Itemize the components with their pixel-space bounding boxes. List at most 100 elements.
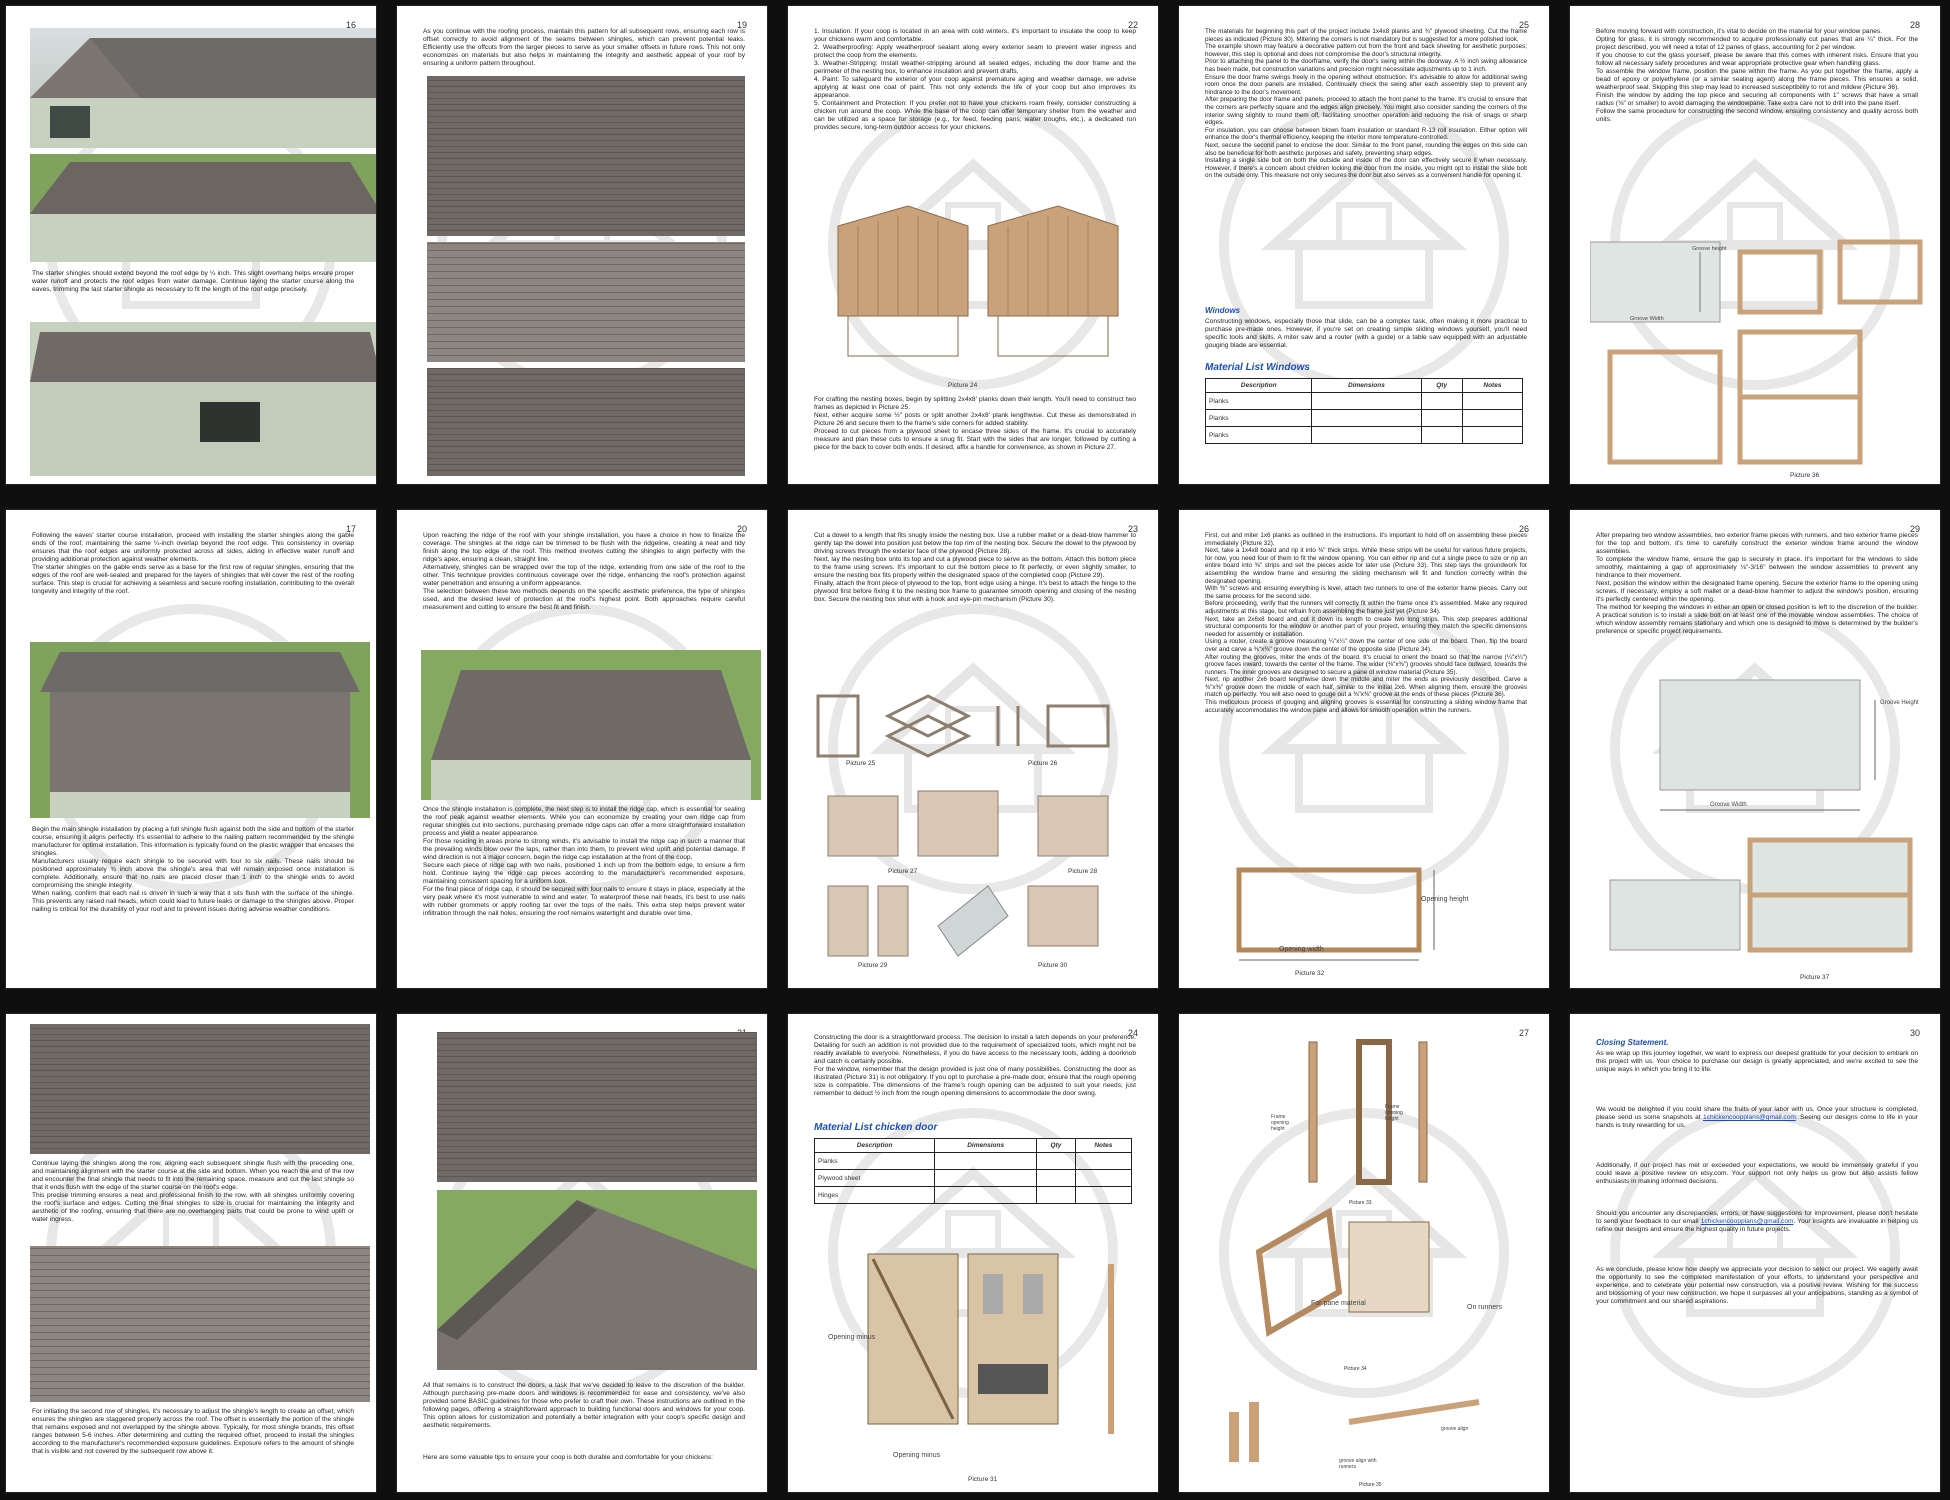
main-shingle-text: Begin the main shingle installation by p… (32, 826, 354, 913)
page-23: 23 Cut a dowel to a length that fits snu… (788, 510, 1158, 988)
window-diagrams (1590, 232, 1930, 472)
assembly-text: After preparing two window assemblies, t… (1596, 532, 1918, 635)
col-notes: Notes (1074, 1138, 1133, 1153)
page-29: 29 After preparing two window assemblies… (1570, 510, 1940, 988)
caption-picture-27: Picture 27 (888, 868, 918, 875)
nesting-box-diagrams (808, 686, 1148, 976)
col-dimensions: Dimensions (934, 1138, 1038, 1153)
photo-coop-roof (30, 28, 376, 148)
figure-caption: Picture 36 (1790, 472, 1820, 479)
col-notes: Notes (1461, 378, 1524, 393)
offset-text: For initiating the second row of shingle… (32, 1408, 354, 1455)
label-opening-width: Opening width (1279, 946, 1324, 953)
table-cell: Planks (813, 1152, 936, 1170)
tips-text: 1. Insulation: If your coop is located i… (814, 28, 1136, 131)
door-text: Constructing the door is a straightforwa… (814, 1034, 1136, 1097)
photo-shingle-offset (427, 242, 745, 362)
frame-diagrams (1199, 1032, 1539, 1482)
closing-paragraph-2: We would be delighted if you could share… (1596, 1106, 1918, 1129)
caption-picture-33: Picture 33 (1349, 1200, 1372, 1206)
figure-caption: Picture 31 (968, 1476, 998, 1483)
table-cell: Plywood sheet (813, 1169, 936, 1187)
photo-roof-top (437, 1032, 757, 1182)
caption-picture-34: Picture 34 (1344, 1366, 1367, 1372)
page-18: 18 Continue laying the shingles along th… (6, 1014, 376, 1492)
label-opening-height: Opening height (1421, 896, 1469, 903)
photo-second-row (30, 1246, 370, 1402)
window-frame-text: First, cut and miter 1x6 planks as outli… (1205, 532, 1527, 714)
page-20: 20 Upon reaching the ridge of the roof w… (397, 510, 767, 988)
door-text: The materials for beginning this part of… (1205, 28, 1527, 180)
caption-picture-29: Picture 29 (858, 962, 888, 969)
caption-picture-26: Picture 26 (1028, 760, 1058, 767)
material-list-heading: Material List Windows (1205, 362, 1310, 373)
label-on-runners: On runners (1467, 1304, 1503, 1311)
photo-ridge-cap (437, 1190, 757, 1370)
photo-shingle-rows (427, 76, 745, 236)
label-groove-width: Groove Width (1710, 802, 1747, 808)
closing-paragraph-1: As we wrap up this journey together, we … (1596, 1050, 1918, 1073)
label-groove-height: Groove Height (1880, 700, 1919, 706)
caption-picture-35: Picture 35 (1359, 1482, 1382, 1488)
page-27: 27 Frame opening height Frame opening he… (1179, 1014, 1549, 1492)
page-22: 22 1. Insulation: If your coop is locate… (788, 6, 1158, 484)
col-qty: Qty (1420, 378, 1463, 393)
label-frame-height: Frame opening height (1271, 1114, 1289, 1132)
closing-heading: Closing Statement. (1596, 1038, 1669, 1047)
caption-picture-25: Picture 25 (846, 760, 876, 767)
photo-shingle-full (427, 368, 745, 476)
nesting-box-text: Cut a dowel to a length that fits snugly… (814, 532, 1136, 603)
page-number: 30 (1909, 1028, 1920, 1038)
page-16: 16 The starter shingles should extend be… (6, 6, 376, 484)
figure-caption: Picture 32 (1295, 970, 1325, 977)
table-cell: Planks (1204, 409, 1313, 427)
label-opening-minus: Opening minus (828, 1334, 876, 1341)
row-text: Continue laying the shingles along the r… (32, 1160, 354, 1223)
figure-caption: Picture 24 (948, 382, 978, 389)
closing-paragraph-5: As we conclude, please know how deeply w… (1596, 1266, 1918, 1305)
label-pane-material: For pane material (1311, 1300, 1366, 1307)
body-text: The starter shingles should extend beyon… (32, 270, 354, 293)
material-list-table: Description Dimensions Qty Notes Planks … (1204, 378, 1524, 444)
closing-paragraph-4: Should you encounter any discrepancies, … (1596, 1210, 1918, 1233)
col-description: Description (813, 1138, 936, 1153)
caption-picture-30: Picture 30 (1038, 962, 1068, 969)
table-cell: Hinges (813, 1186, 936, 1204)
photo-coop-side (30, 322, 376, 476)
body-text: As you continue with the roofing process… (423, 28, 745, 67)
caption-picture-28: Picture 28 (1068, 868, 1098, 875)
photo-first-row (30, 1024, 370, 1154)
page-25: 25 The materials for beginning this part… (1179, 6, 1549, 484)
door-diagram (818, 1244, 1138, 1474)
ridge-cap-text: Once the shingle installation is complet… (423, 806, 745, 917)
label-frame-height-2: Frame opening height (1385, 1104, 1403, 1122)
material-list-heading: Material List chicken door (814, 1122, 938, 1133)
label-groove-height: Groove height (1692, 246, 1727, 252)
page-24: 24 Constructing the door is a straightfo… (788, 1014, 1158, 1492)
figure-caption: Picture 37 (1800, 974, 1830, 981)
page-17: 17 Following the eaves' starter course i… (6, 510, 376, 988)
col-description: Description (1204, 378, 1313, 393)
nesting-text: For crafting the nesting boxes, begin by… (814, 396, 1136, 451)
page-21: 21 All that remains is to construct the … (397, 1014, 767, 1492)
glass-text: Before moving forward with construction,… (1596, 28, 1918, 123)
gable-text: Following the eaves' starter course inst… (32, 532, 354, 595)
label-groove-width: Groove Width (1630, 316, 1664, 322)
material-list-table: Description Dimensions Qty Notes Planks … (813, 1138, 1133, 1204)
photo-ridge (421, 650, 761, 800)
label-groove-align: groove align (1441, 1426, 1469, 1432)
table-cell: Planks (1204, 426, 1313, 444)
table-cell: Planks (1204, 392, 1313, 410)
email-link[interactable]: 1chickencoopplans@gmail.com (1701, 1218, 1794, 1225)
email-link[interactable]: 1chickencoopplans@gmail.com (1703, 1114, 1796, 1121)
doors-text: All that remains is to construct the doo… (423, 1382, 745, 1429)
label-groove-runners: groove align with runners (1339, 1458, 1377, 1470)
window-opening-diagram (1219, 860, 1519, 970)
window-assembly-diagrams (1590, 660, 1930, 976)
page-26: 26 First, cut and miter 1x6 planks as ou… (1179, 510, 1549, 988)
coop-render (818, 186, 1138, 376)
page-19: 19 As you continue with the roofing proc… (397, 6, 767, 484)
page-30: 30 Closing Statement. As we wrap up this… (1570, 1014, 1940, 1492)
col-dimensions: Dimensions (1311, 378, 1422, 393)
page-28: 28 Before moving forward with constructi… (1570, 6, 1940, 484)
